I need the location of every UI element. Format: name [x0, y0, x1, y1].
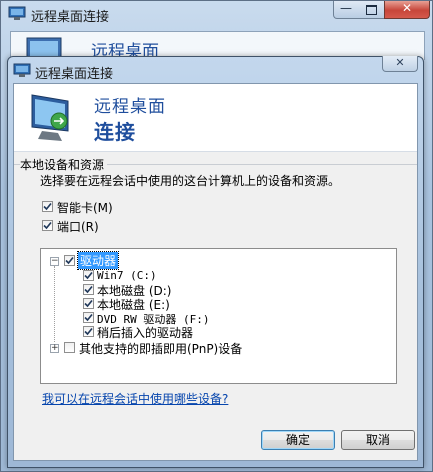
checkmark-icon — [43, 202, 52, 211]
close-button[interactable]: ✕ — [384, 1, 430, 19]
remote-desktop-dialog: 远程桌面连接 ✕ 远程桌面 连接 本地设备和资源 选择要在远程会话中使用的这台计… — [7, 56, 424, 468]
remote-desktop-icon — [8, 6, 26, 20]
monitor-connect-icon — [31, 94, 69, 141]
group-title: 本地设备和资源 — [20, 156, 108, 173]
collapse-icon[interactable]: − — [50, 257, 59, 266]
later-drives-label[interactable]: 稍后插入的驱动器 — [97, 324, 193, 341]
pnp-checkbox[interactable] — [64, 342, 75, 353]
help-link[interactable]: 我可以在远程会话中使用哪些设备? — [42, 390, 228, 407]
group-description: 选择要在远程会话中使用的这台计算机上的设备和资源。 — [40, 174, 341, 188]
minimize-icon: — — [340, 1, 352, 15]
dialog-body: 远程桌面 连接 本地设备和资源 选择要在远程会话中使用的这台计算机上的设备和资源… — [13, 83, 418, 461]
checkmark-icon — [84, 299, 93, 308]
drive-c-checkbox[interactable] — [83, 270, 94, 281]
expand-icon[interactable]: + — [50, 344, 59, 353]
drives-checkbox[interactable] — [64, 255, 75, 266]
drive-f-checkbox[interactable] — [83, 312, 94, 323]
ok-button[interactable]: 确定 — [261, 430, 335, 450]
later-drives-checkbox[interactable] — [83, 326, 94, 337]
cancel-button[interactable]: 取消 — [341, 430, 415, 450]
drive-c-label[interactable]: Win7 (C:) — [97, 269, 157, 282]
close-icon: ✕ — [401, 1, 413, 15]
minimize-button[interactable]: — — [333, 1, 359, 19]
brand-line-2: 连接 — [94, 120, 136, 144]
dialog-title: 远程桌面连接 — [35, 67, 114, 82]
ports-label[interactable]: 端口(R) — [57, 218, 99, 235]
drive-d-checkbox[interactable] — [83, 284, 94, 295]
background-window-title: 远程桌面连接 — [31, 10, 110, 25]
drive-e-checkbox[interactable] — [83, 298, 94, 309]
tree-connector — [54, 266, 55, 342]
maximize-button[interactable] — [358, 1, 385, 19]
checkmark-icon — [84, 285, 93, 294]
pnp-label[interactable]: 其他支持的即插即用(PnP)设备 — [79, 340, 242, 357]
drives-label[interactable]: 驱动器 — [76, 251, 120, 270]
dialog-header: 远程桌面 连接 — [14, 84, 417, 152]
checkmark-icon — [84, 271, 93, 280]
device-tree[interactable]: − 驱动器 Win7 (C:) 本地磁盘 (D:) 本地磁盘 (E:) DVD … — [40, 248, 397, 384]
background-titlebar[interactable]: 远程桌面连接 — ✕ — [1, 1, 432, 29]
checkmark-icon — [65, 256, 74, 265]
ports-checkbox[interactable] — [42, 220, 53, 231]
smartcard-checkbox[interactable] — [42, 201, 53, 212]
checkmark-icon — [84, 313, 93, 322]
brand-line-1: 远程桌面 — [94, 97, 166, 117]
close-icon: ✕ — [395, 56, 405, 69]
checkmark-icon — [84, 327, 93, 336]
remote-desktop-icon — [13, 63, 31, 77]
checkmark-icon — [43, 221, 52, 230]
dialog-close-button[interactable]: ✕ — [382, 56, 418, 72]
smartcard-label[interactable]: 智能卡(M) — [57, 199, 113, 216]
maximize-icon — [366, 5, 377, 15]
